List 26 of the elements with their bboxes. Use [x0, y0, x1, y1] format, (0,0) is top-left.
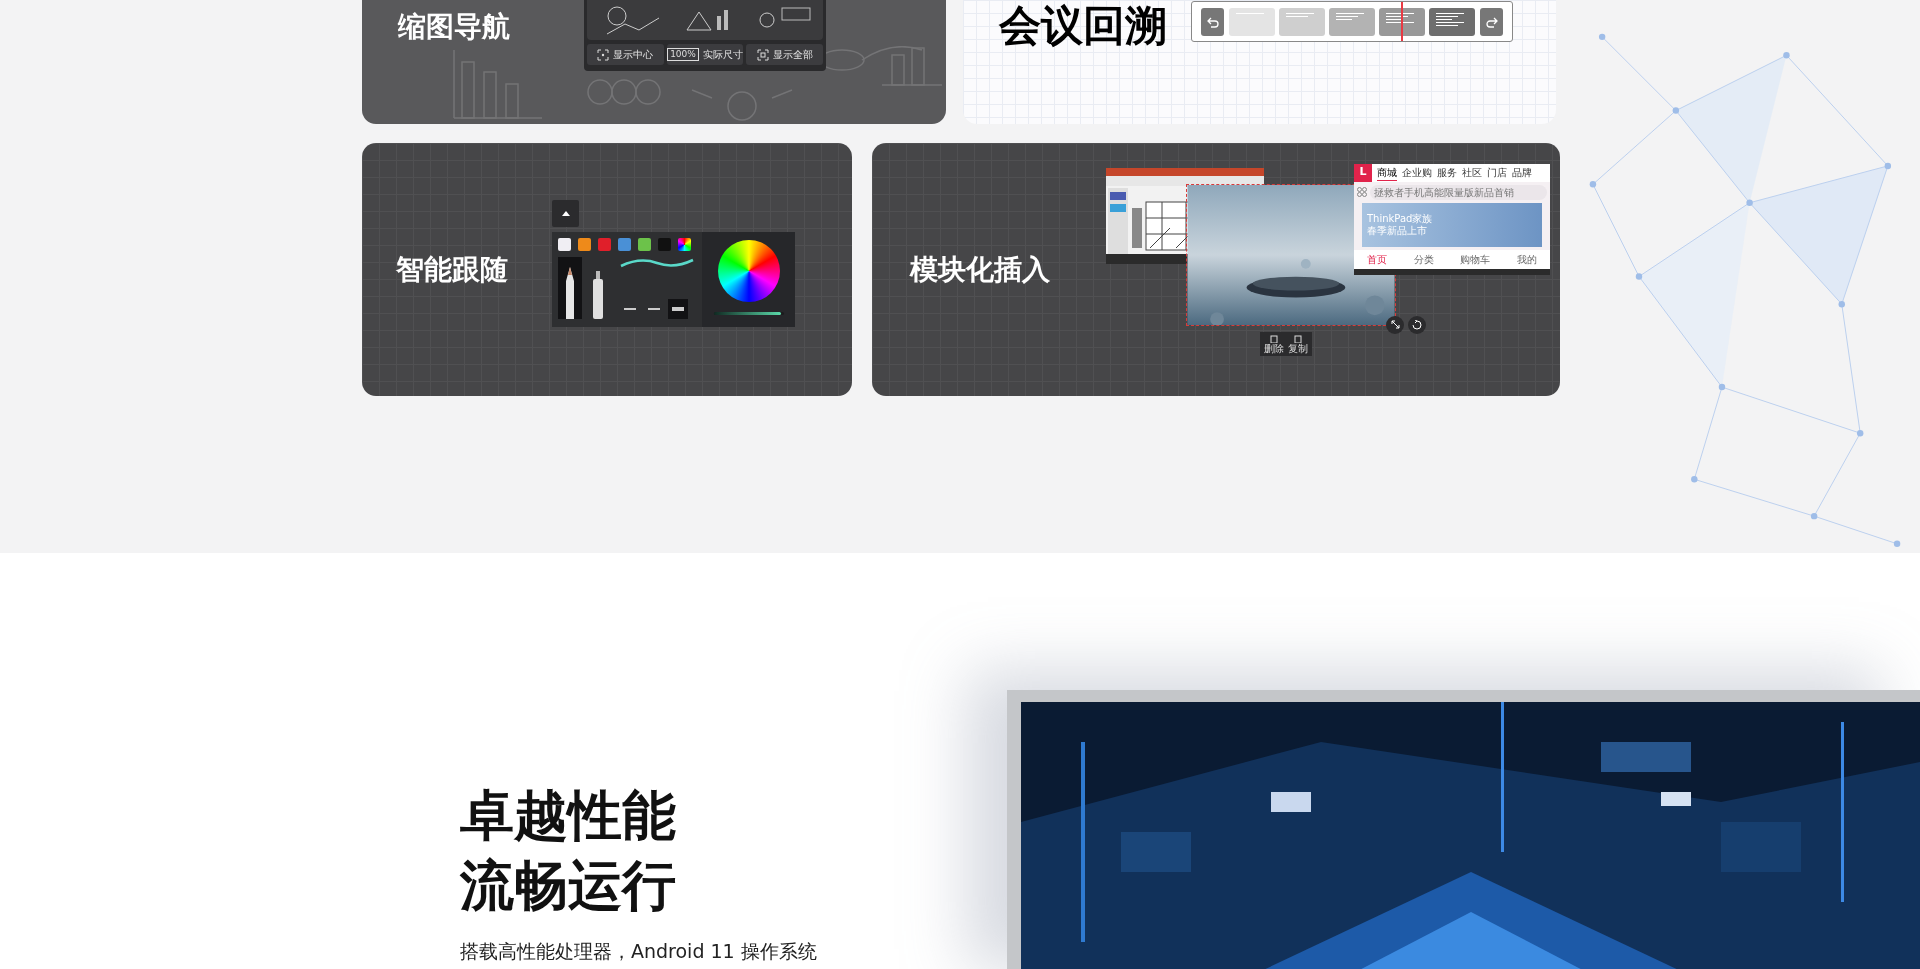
store-nav-item[interactable]: 分类: [1413, 251, 1434, 267]
toolbar-button[interactable]: 显示中心: [587, 44, 664, 65]
module-action-button[interactable]: 删除: [1264, 333, 1284, 354]
store-tab[interactable]: 服务: [1437, 165, 1457, 180]
percent-icon: 100%: [667, 48, 699, 61]
section-description: 搭载高性能处理器，Android 11 操作系统: [460, 939, 818, 964]
store-nav-item[interactable]: 购物车: [1460, 251, 1491, 267]
store-nav-item[interactable]: 我的: [1516, 251, 1537, 267]
store-nav-item[interactable]: 首页: [1367, 251, 1388, 267]
feature-title: 模块化插入: [910, 251, 1050, 288]
store-search-field[interactable]: 拯救者手机高能限量版新品首销: [1370, 184, 1547, 200]
store-tab[interactable]: 品牌: [1512, 165, 1532, 180]
module-action-button[interactable]: 复制: [1288, 333, 1308, 354]
store-tab[interactable]: 企业购: [1402, 165, 1432, 180]
feature-title: 智能跟随: [396, 251, 508, 288]
store-tab[interactable]: 门店: [1487, 165, 1507, 180]
feature-title: 会议回溯: [999, 0, 1167, 52]
toolbar-button[interactable]: 100% 实际尺寸: [666, 44, 744, 65]
banner-text: 春季新品上市: [1367, 224, 1428, 237]
store-tab[interactable]: 商城: [1377, 164, 1397, 181]
section-heading: 卓越性能 流畅运行: [460, 783, 677, 919]
toolbar-button[interactable]: 显示全部: [746, 44, 823, 65]
store-logo: L: [1354, 163, 1372, 182]
feature-title: 缩图导航: [398, 9, 510, 45]
banner-text: ThinkPad家族: [1367, 212, 1434, 225]
store-tab[interactable]: 社区: [1462, 165, 1482, 180]
